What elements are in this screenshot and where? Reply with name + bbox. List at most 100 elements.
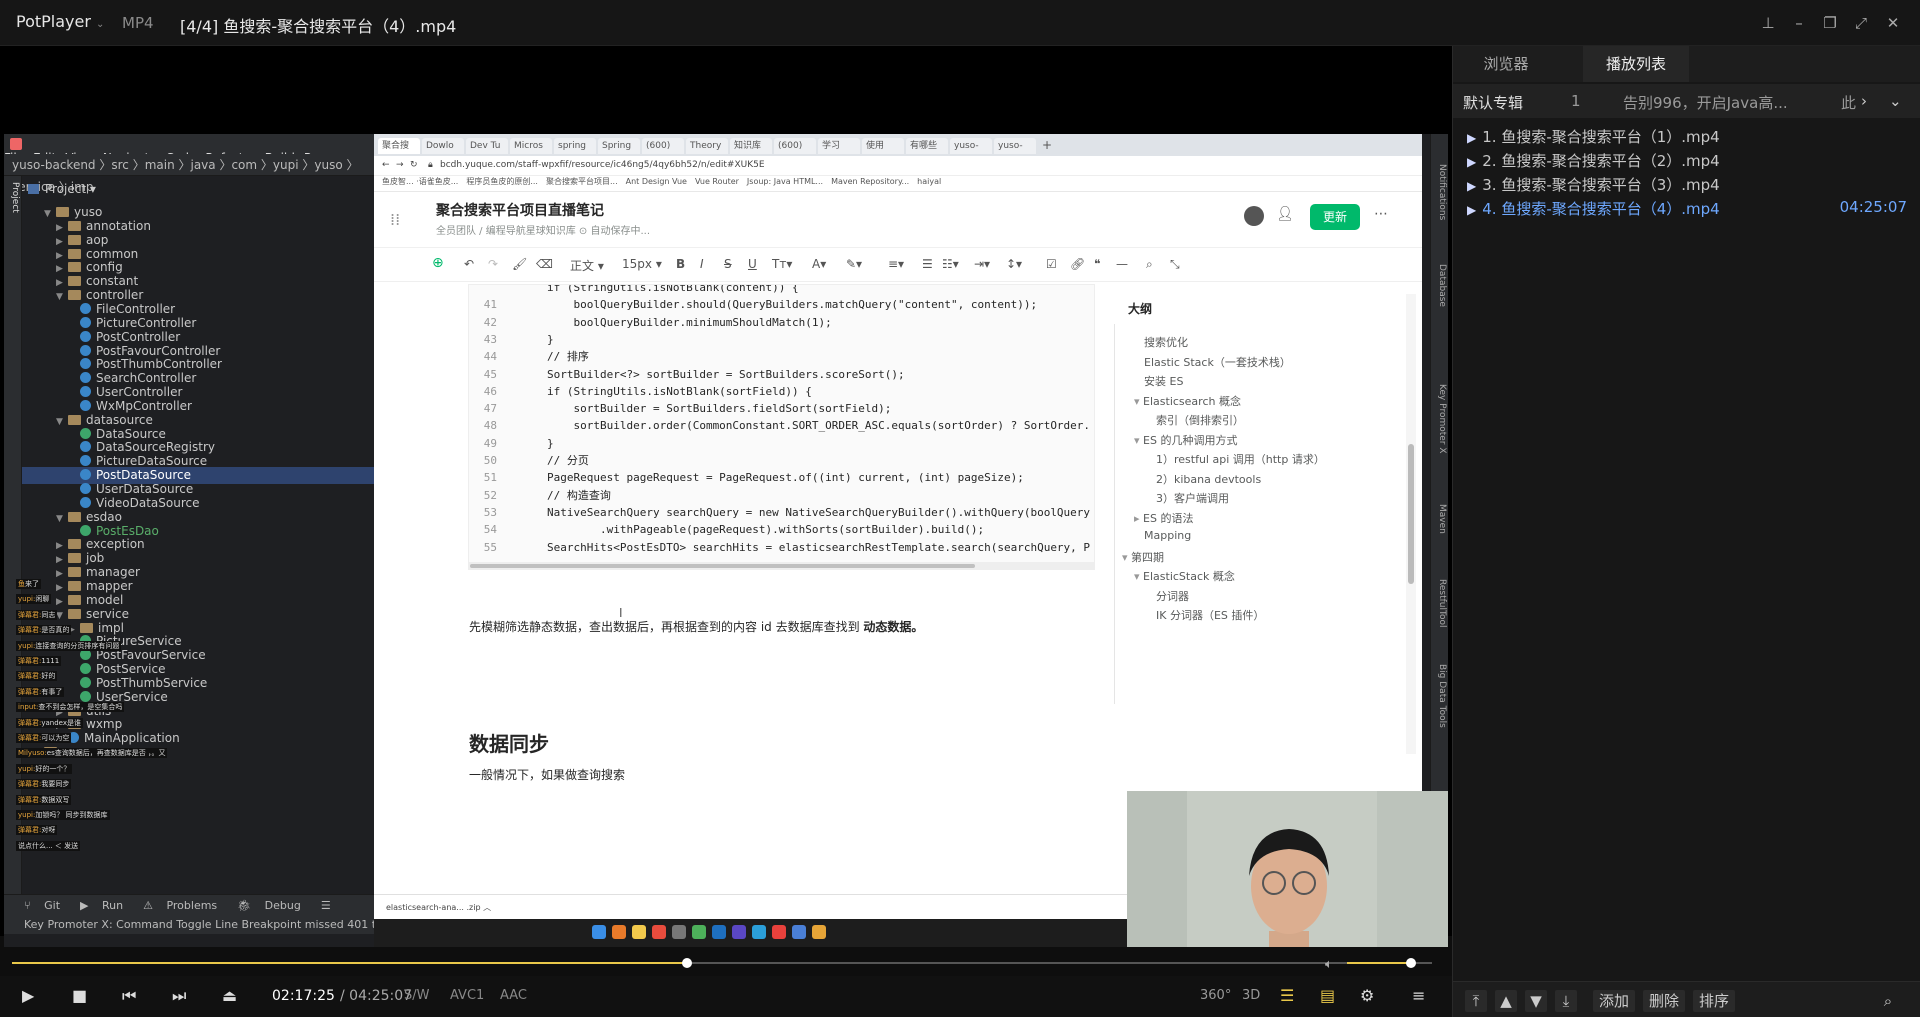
move-top-icon[interactable]: ⤒ bbox=[1465, 990, 1487, 1012]
search-icon[interactable]: ⌕ bbox=[1873, 990, 1903, 1012]
playlist-item[interactable]: ▶ 1. 鱼搜索-聚合搜索平台（1）.mp4 bbox=[1467, 126, 1907, 147]
taskbar-app-icon[interactable] bbox=[612, 925, 626, 939]
reload-icon[interactable]: ↻ bbox=[410, 160, 418, 170]
update-button[interactable]: 更新 bbox=[1310, 204, 1360, 230]
subtitle-icon[interactable]: ▤ bbox=[1320, 986, 1335, 1005]
font-size-select[interactable]: 15px ▾ bbox=[622, 257, 662, 271]
chevron-icon[interactable]: ▼ bbox=[56, 511, 68, 528]
menu-icon[interactable]: ≡ bbox=[1412, 986, 1425, 1005]
next-album[interactable]: 告别996，开启Java高... bbox=[1623, 92, 1788, 113]
right-tool-0[interactable]: Notifications bbox=[1433, 164, 1447, 220]
next-icon[interactable]: ⏭ bbox=[172, 986, 186, 1006]
forward-icon[interactable]: → bbox=[396, 160, 404, 170]
chevron-icon[interactable]: ▼ bbox=[44, 206, 56, 223]
bookmark-item[interactable]: Ant Design Vue bbox=[626, 177, 687, 186]
quote-icon[interactable]: ❝ bbox=[1094, 257, 1100, 271]
redo-icon[interactable]: ↷ bbox=[488, 257, 498, 271]
tool-tab-problems[interactable]: ⚠ Problems bbox=[133, 899, 217, 912]
taskbar-app-icon[interactable] bbox=[792, 925, 806, 939]
outline-item[interactable]: 1）restful api 调用（http 请求） bbox=[1156, 451, 1325, 467]
right-tool-4[interactable]: RestfulTool bbox=[1433, 579, 1447, 627]
add-member-icon[interactable]: 👤︎ bbox=[1276, 206, 1294, 222]
taskbar-app-icon[interactable] bbox=[592, 925, 606, 939]
bookmark-item[interactable]: Maven Repository... bbox=[831, 177, 909, 186]
previous-icon[interactable]: ⏮ bbox=[122, 986, 136, 1006]
scrollbar-thumb[interactable] bbox=[1408, 444, 1414, 584]
right-tool-2[interactable]: Key Promoter X bbox=[1433, 384, 1447, 454]
browser-tab[interactable]: Spring bbox=[598, 138, 640, 154]
highlight-icon[interactable]: ✎▾ bbox=[846, 257, 862, 271]
audio-badge[interactable]: AAC bbox=[500, 988, 527, 1003]
seek-handle[interactable] bbox=[681, 958, 692, 968]
move-up-icon[interactable]: ▲ bbox=[1495, 990, 1517, 1012]
taskbar-app-icon[interactable] bbox=[812, 925, 826, 939]
taskbar-app-icon[interactable] bbox=[632, 925, 646, 939]
restore-icon[interactable]: ❐ bbox=[1817, 10, 1843, 36]
taskbar-app-icon[interactable] bbox=[652, 925, 666, 939]
taskbar-app-icon[interactable] bbox=[712, 925, 726, 939]
chevron-icon[interactable]: ▾ bbox=[1122, 551, 1131, 564]
scrollbar-thumb[interactable] bbox=[470, 564, 975, 568]
pin-icon[interactable]: ⊥ bbox=[1755, 10, 1781, 36]
add-button[interactable]: 添加 bbox=[1593, 990, 1635, 1012]
browser-tab[interactable]: 有哪些 bbox=[906, 138, 948, 154]
outline-item[interactable]: ▾ ES 的几种调用方式 bbox=[1134, 432, 1237, 448]
outline-item[interactable]: Mapping bbox=[1144, 529, 1191, 542]
move-bottom-icon[interactable]: ⤓ bbox=[1555, 990, 1577, 1012]
stop-icon[interactable]: ■ bbox=[72, 986, 87, 1005]
bookmark-item[interactable]: 鱼皮智... ·语雀鱼皮... bbox=[382, 177, 458, 186]
code-horizontal-scrollbar[interactable] bbox=[468, 562, 1095, 570]
move-down-icon[interactable]: ▼ bbox=[1525, 990, 1547, 1012]
align-icon[interactable]: ≡▾ bbox=[888, 257, 904, 271]
tool-tab-git[interactable]: ⑂ Git bbox=[14, 899, 60, 912]
outline-item[interactable]: 安装 ES bbox=[1144, 373, 1183, 389]
outline-item[interactable]: 2）kibana devtools bbox=[1156, 471, 1261, 487]
browser-tab[interactable]: 知识库 bbox=[730, 138, 772, 154]
close-icon[interactable]: ✕ bbox=[1880, 10, 1906, 36]
chevron-icon[interactable]: ▾ bbox=[1134, 434, 1143, 447]
sw-badge[interactable]: S/W bbox=[404, 988, 430, 1003]
playlist-item[interactable]: ▶ 2. 鱼搜索-聚合搜索平台（2）.mp4 bbox=[1467, 150, 1907, 171]
url-bar[interactable]: ← → ↻ 🔒︎ bcdh.yuque.com/staff-wpxfif/res… bbox=[374, 156, 1422, 176]
paragraph-style-select[interactable]: 正文 ▾ bbox=[570, 257, 604, 274]
3d-button[interactable]: 3D bbox=[1242, 988, 1260, 1003]
paragraph[interactable]: 一般情况下，如果做查询搜索 bbox=[469, 766, 625, 783]
bookmark-item[interactable]: Jsoup: Java HTML... bbox=[747, 177, 823, 186]
expand-icon[interactable]: ⤡ bbox=[1170, 257, 1180, 272]
browser-tab[interactable]: yuso- bbox=[994, 138, 1036, 154]
outline-item[interactable]: 索引（倒排索引） bbox=[1156, 412, 1244, 428]
tab-browser[interactable]: 浏览器 bbox=[1453, 46, 1559, 82]
page-scrollbar[interactable] bbox=[1406, 294, 1416, 754]
font-color-icon[interactable]: A▾ bbox=[812, 257, 826, 271]
delete-button[interactable]: 删除 bbox=[1643, 990, 1685, 1012]
chevron-icon[interactable]: ▾ bbox=[1134, 570, 1143, 583]
tool-tab-run[interactable]: ▶ Run bbox=[70, 899, 123, 912]
outline-item[interactable]: 搜索优化 bbox=[1144, 334, 1188, 350]
format-painter-icon[interactable]: 🖌︎ bbox=[512, 257, 527, 271]
browser-tab[interactable]: Theory bbox=[686, 138, 728, 154]
back-icon[interactable]: ← bbox=[382, 160, 390, 170]
browser-tab[interactable]: yuso- bbox=[950, 138, 992, 154]
bullet-list-icon[interactable]: ☰ bbox=[922, 257, 933, 271]
fullscreen-icon[interactable]: ⤢ bbox=[1848, 10, 1874, 36]
strikethrough-icon[interactable]: S bbox=[724, 257, 732, 271]
more-icon[interactable]: ⋯ bbox=[1374, 206, 1388, 222]
browser-tab[interactable]: 使用 bbox=[862, 138, 904, 154]
taskbar-app-icon[interactable] bbox=[732, 925, 746, 939]
album-number[interactable]: 1 bbox=[1571, 92, 1581, 110]
bookmark-item[interactable]: Vue Router bbox=[695, 177, 739, 186]
more-album[interactable]: 此 bbox=[1841, 92, 1856, 113]
eject-icon[interactable]: ⏏ bbox=[222, 986, 237, 1005]
minimize-icon[interactable]: – bbox=[1786, 10, 1812, 36]
browser-tab[interactable]: Dowlo bbox=[422, 138, 464, 154]
taskbar-app-icon[interactable] bbox=[752, 925, 766, 939]
codec-badge[interactable]: AVC1 bbox=[450, 988, 484, 1003]
volume-slider[interactable] bbox=[1347, 958, 1427, 968]
360-button[interactable]: 360° bbox=[1200, 988, 1231, 1003]
browser-tab[interactable]: (600) bbox=[774, 138, 816, 154]
code-block[interactable]: if (StringUtils.isNotBlank(content)) {41… bbox=[468, 284, 1095, 564]
sort-button[interactable]: 排序 bbox=[1693, 990, 1735, 1012]
menu-dots-icon[interactable]: ⁞⁞ bbox=[390, 210, 400, 229]
browser-tab[interactable]: (600) bbox=[642, 138, 684, 154]
taskbar-app-icon[interactable] bbox=[692, 925, 706, 939]
